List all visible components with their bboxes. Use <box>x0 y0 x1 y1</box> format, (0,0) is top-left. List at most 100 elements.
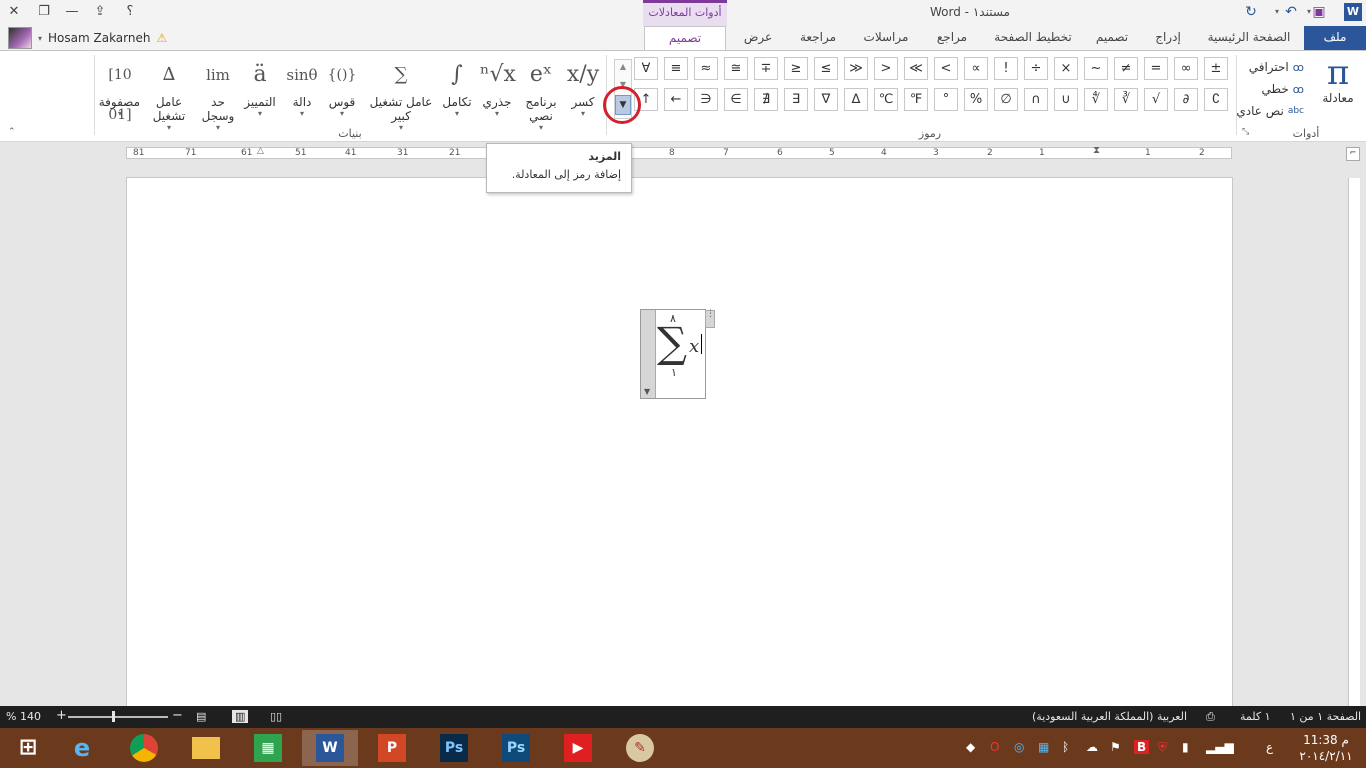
symbol-button[interactable]: ÷ <box>1024 57 1048 80</box>
zoom-slider[interactable] <box>68 711 168 722</box>
taskbar-media-player[interactable]: ▶ <box>550 730 606 766</box>
battery-icon[interactable]: ▮ <box>1182 740 1189 754</box>
gallery-up-icon[interactable]: ▲ <box>616 62 630 76</box>
ribbon-display-options-icon[interactable]: ⇪ <box>88 3 112 21</box>
help-button[interactable]: ؟ <box>118 3 142 21</box>
structure-button[interactable]: x/y كسر ▾ <box>566 55 600 118</box>
equation-grip-icon[interactable]: ⋮ <box>705 310 715 328</box>
page-number[interactable]: الصفحة ١ من ١ <box>1290 710 1361 723</box>
vertical-ruler[interactable] <box>1348 178 1360 706</box>
input-language[interactable]: ع <box>1266 740 1273 754</box>
start-button[interactable]: ⊞ <box>0 730 56 766</box>
symbol-button[interactable]: ∂ <box>1174 88 1198 111</box>
structure-button[interactable]: ∑ عامل تشغيل كبير ▾ <box>368 55 434 132</box>
right-indent-marker-icon[interactable]: ⧗ <box>1093 145 1100 156</box>
web-layout-icon[interactable]: ▤ <box>196 710 206 723</box>
symbol-button[interactable]: ∋ <box>694 88 718 111</box>
symbol-button[interactable]: = <box>1144 57 1168 80</box>
tab-references[interactable]: مراجع <box>930 26 974 50</box>
symbol-button[interactable]: ≠ <box>1114 57 1138 80</box>
symbol-button[interactable]: ∅ <box>994 88 1018 111</box>
symbol-button[interactable]: √ <box>1144 88 1168 111</box>
tray-b-icon[interactable]: B <box>1134 740 1150 754</box>
shield-icon[interactable]: ⛨ <box>1158 740 1167 755</box>
tab-equation-design[interactable]: تصميم <box>644 26 726 50</box>
symbol-button[interactable]: ℃ <box>874 88 898 111</box>
equation-handle[interactable]: ▼ <box>641 310 656 398</box>
structure-button[interactable]: sinθ دالة ▾ <box>284 55 320 118</box>
tab-insert[interactable]: إدراج <box>1148 26 1188 50</box>
taskbar-powerpoint[interactable]: P <box>364 730 420 766</box>
tab-page-layout[interactable]: تخطيط الصفحة <box>990 26 1076 50</box>
symbol-button[interactable]: ≪ <box>904 57 928 80</box>
tab-mailings[interactable]: مراسلات <box>858 26 914 50</box>
language-status[interactable]: العربية (المملكة العربية السعودية) <box>1032 710 1187 723</box>
symbol-button[interactable]: ∞ <box>1174 57 1198 80</box>
minimize-icon[interactable]: — <box>60 3 84 21</box>
symbol-button[interactable]: ∇ <box>814 88 838 111</box>
structure-button[interactable]: ⁿ√x جذري ▾ <box>480 55 516 118</box>
symbol-button[interactable]: ∝ <box>964 57 988 80</box>
symbol-button[interactable]: ≥ <box>784 57 808 80</box>
read-mode-icon[interactable]: ▯▯ <box>270 710 282 723</box>
tab-selector-icon[interactable]: ⌐ <box>1346 147 1360 161</box>
user-account[interactable]: ▾ Hosam Zakarneh ⚠ <box>8 26 167 50</box>
proofing-icon[interactable]: ⎙ <box>1206 710 1215 724</box>
symbol-button[interactable]: ≅ <box>724 57 748 80</box>
structure-button[interactable]: {()} قوس ▾ <box>322 55 362 118</box>
structure-button[interactable]: ∆ عامل تشغيل ▾ <box>148 55 190 132</box>
equation-options-icon[interactable]: ▼ <box>644 387 650 396</box>
tab-home[interactable]: الصفحة الرئيسية <box>1200 26 1298 50</box>
save-icon[interactable]: ▣ <box>1310 3 1328 21</box>
indent-marker-icon[interactable]: △ <box>257 146 264 156</box>
tab-file[interactable]: ملف <box>1304 26 1366 50</box>
symbol-button[interactable]: ∜ <box>1084 88 1108 111</box>
taskbar-photoshop-1[interactable]: Ps <box>426 730 482 766</box>
symbol-button[interactable]: ~ <box>1084 57 1108 80</box>
symbol-button[interactable]: ± <box>1204 57 1228 80</box>
symbol-button[interactable]: ∛ <box>1114 88 1138 111</box>
equation-container[interactable]: ▼ ٨ ∑ x ١ ⋮ <box>640 309 715 399</box>
tray-app-icon[interactable]: ▦ <box>1038 740 1049 754</box>
restore-icon[interactable]: ❐ <box>32 3 56 21</box>
taskbar-chrome[interactable] <box>116 730 172 766</box>
symbol-button[interactable]: % <box>964 88 988 111</box>
tray-opera-icon[interactable]: O <box>990 740 999 754</box>
taskbar-photoshop-2[interactable]: Ps <box>488 730 544 766</box>
summand-variable[interactable]: x <box>689 336 699 357</box>
symbol-button[interactable]: ≤ <box>814 57 838 80</box>
structure-button[interactable]: eˣ برنامج نصي ▾ <box>522 55 560 132</box>
symbol-button[interactable]: ∃ <box>784 88 808 111</box>
volume-icon[interactable]: 🔈︎ <box>1230 740 1237 755</box>
tray-app-icon[interactable]: ◎ <box>1014 740 1024 754</box>
horizontal-ruler[interactable]: 81 71 61 51 41 31 21 8765432112 △ ⧗ <box>126 145 1232 159</box>
taskbar-paint[interactable]: ✎ <box>612 730 668 766</box>
symbol-button[interactable]: ≫ <box>844 57 868 80</box>
symbol-button[interactable]: ° <box>934 88 958 111</box>
tab-view[interactable]: عرض <box>736 26 780 50</box>
symbol-button[interactable]: ← <box>664 88 688 111</box>
symbol-button[interactable]: ∄ <box>754 88 778 111</box>
bluetooth-icon[interactable]: ᛒ <box>1062 740 1069 754</box>
zoom-out-icon[interactable]: − <box>172 708 183 723</box>
symbol-button[interactable]: ∁ <box>1204 88 1228 111</box>
symbol-button[interactable]: ∓ <box>754 57 778 80</box>
tab-design[interactable]: تصميم <box>1090 26 1134 50</box>
structure-button[interactable]: ∫ تكامل ▾ <box>440 55 474 118</box>
symbol-button[interactable]: × <box>1054 57 1078 80</box>
taskbar-explorer[interactable] <box>178 730 234 766</box>
symbol-button[interactable]: ℉ <box>904 88 928 111</box>
symbol-button[interactable]: ∪ <box>1054 88 1078 111</box>
equation-button[interactable]: π معادلة <box>1316 55 1360 105</box>
taskbar-ie[interactable]: e <box>54 730 110 766</box>
symbol-button[interactable]: ∈ <box>724 88 748 111</box>
structure-button[interactable]: [10 01] مصفوفة ▾ <box>99 55 140 123</box>
taskbar-store[interactable]: ▦ <box>240 730 296 766</box>
document-page[interactable] <box>126 177 1233 717</box>
symbol-button[interactable]: ≈ <box>694 57 718 80</box>
flag-icon[interactable]: ⚑ <box>1110 740 1121 754</box>
symbol-button[interactable]: ∀ <box>634 57 658 80</box>
structure-button[interactable]: ä التمييز ▾ <box>240 55 280 118</box>
zoom-in-icon[interactable]: + <box>56 708 67 723</box>
symbol-button[interactable]: ∩ <box>1024 88 1048 111</box>
